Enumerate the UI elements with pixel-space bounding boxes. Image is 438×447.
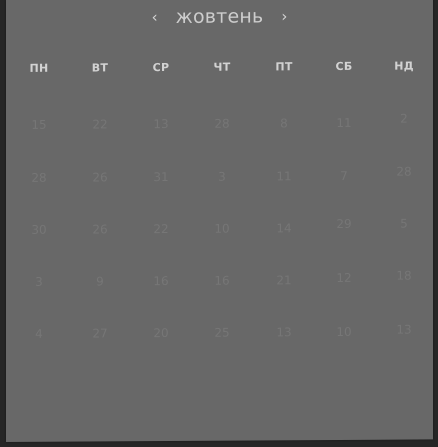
- day-cell[interactable]: 26: [78, 170, 122, 184]
- day-cell[interactable]: 26: [78, 222, 122, 236]
- day-cell[interactable]: 16: [139, 274, 183, 288]
- day-cell[interactable]: 15: [17, 118, 61, 132]
- calendar-window: ‹ жовтень › ПН ВТ СР ЧТ ПТ СБ НД 15 22 13 28 8 11 2 2…: [0, 0, 438, 447]
- day-cell[interactable]: 9: [78, 274, 122, 288]
- day-cell[interactable]: 16: [200, 274, 244, 288]
- day-cell[interactable]: 13: [382, 322, 426, 337]
- day-cell[interactable]: 28: [200, 117, 244, 131]
- day-cell[interactable]: 4: [17, 327, 61, 341]
- day-cell[interactable]: 21: [262, 273, 306, 287]
- day-cell[interactable]: 22: [78, 117, 122, 131]
- day-cell[interactable]: 2: [382, 111, 426, 126]
- day-cell[interactable]: 5: [382, 216, 426, 231]
- day-cell[interactable]: 13: [139, 117, 183, 131]
- day-cell[interactable]: 10: [200, 222, 244, 236]
- day-cell[interactable]: 31: [139, 170, 183, 184]
- day-cell[interactable]: 22: [139, 222, 183, 236]
- day-cell[interactable]: 7: [322, 169, 366, 183]
- day-cell[interactable]: 13: [262, 325, 306, 339]
- day-cell[interactable]: 20: [139, 326, 183, 340]
- calendar-panel: ‹ жовтень › ПН ВТ СР ЧТ ПТ СБ НД 15 22 13 28 8 11 2 2…: [6, 0, 433, 443]
- day-cell[interactable]: 3: [17, 275, 61, 289]
- day-cell[interactable]: 18: [382, 268, 426, 283]
- day-cell[interactable]: 3: [200, 170, 244, 184]
- day-cell[interactable]: 28: [17, 171, 61, 185]
- day-cell[interactable]: 14: [262, 221, 306, 235]
- day-cell[interactable]: 8: [262, 116, 306, 130]
- day-cell[interactable]: 11: [262, 169, 306, 183]
- calendar-day-grid: 15 22 13 28 8 11 2 28 26 31 3 11 7 28 30 26 22 10 14 29 5 3 9 1…: [6, 0, 433, 442]
- day-cell[interactable]: 29: [322, 217, 366, 231]
- day-cell[interactable]: 28: [382, 164, 426, 179]
- day-cell[interactable]: 12: [322, 271, 366, 285]
- day-cell[interactable]: 27: [78, 326, 122, 340]
- day-cell[interactable]: 25: [200, 326, 244, 340]
- day-cell[interactable]: 10: [322, 325, 366, 339]
- day-cell[interactable]: 30: [17, 223, 61, 237]
- day-cell[interactable]: 11: [322, 116, 366, 130]
